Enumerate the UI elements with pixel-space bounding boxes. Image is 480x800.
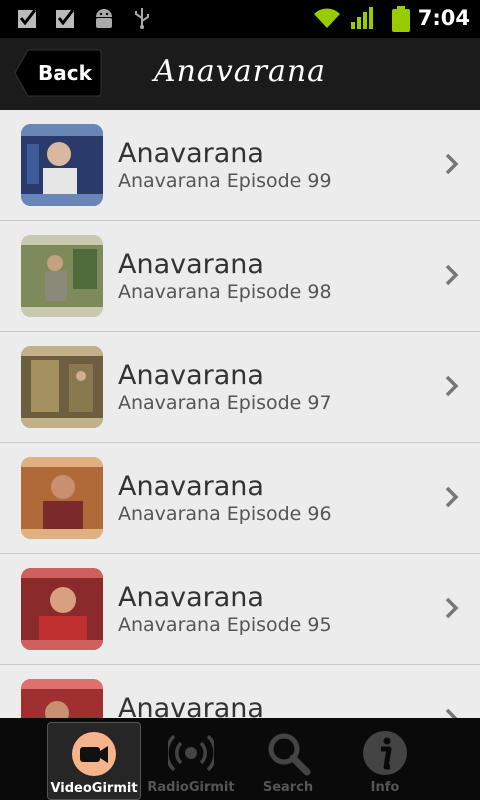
chevron-right-icon [445,375,459,397]
episode-subtitle: Anavarana Episode 95 [118,614,332,636]
chevron-right-icon [445,597,459,619]
episode-thumbnail [21,457,103,539]
status-clock: 7:04 [417,6,470,30]
info-icon [363,731,407,775]
episode-thumbnail [21,679,103,718]
wifi-icon [312,6,342,30]
chevron-right-icon [445,153,459,175]
episode-subtitle: Anavarana Episode 97 [118,392,332,414]
bottom-tab-bar: VideoGirmit RadioGirmit Search Info [0,718,480,800]
video-camera-icon [72,732,116,776]
chevron-right-icon [445,708,458,718]
tab-radiogirmit[interactable]: RadioGirmit [145,722,237,798]
status-bar: 7:04 [0,0,480,38]
episode-thumbnail [21,346,103,428]
list-item[interactable]: Anavarana Anavarana Episode 98 [0,221,480,332]
tab-label: Info [370,780,400,795]
episode-title: Anavarana [118,360,264,391]
app-header: Back Anavarana [0,38,480,111]
battery-icon [390,6,412,32]
tab-label: VideoGirmit [50,781,138,796]
usb-icon [130,6,154,30]
list-item[interactable]: Anavarana Anavarana Episode 97 [0,332,480,443]
page-title: Anavarana [153,54,327,89]
episode-title: Anavarana [118,249,264,280]
episode-title: Anavarana [118,471,264,502]
episode-list: Anavarana Anavarana Episode 99 Anavarana… [0,110,480,718]
tab-label: Search [262,780,314,795]
chevron-right-icon [445,486,459,508]
episode-title: Anavarana [118,582,264,613]
list-item[interactable]: Anavarana Anavarana Episode 96 [0,443,480,554]
tab-info[interactable]: Info [339,722,431,798]
tab-label: RadioGirmit [147,780,235,795]
episode-title: Anavarana [118,138,264,169]
episode-subtitle: Anavarana Episode 99 [118,170,332,192]
episode-subtitle: Anavarana Episode 96 [118,503,332,525]
radio-broadcast-icon [168,734,214,772]
episode-thumbnail [21,568,103,650]
android-debug-icon [92,6,116,30]
episode-thumbnail [21,235,103,317]
list-item[interactable]: Anavarana [0,665,480,718]
chevron-right-icon [445,264,459,286]
list-item[interactable]: Anavarana Anavarana Episode 95 [0,554,480,665]
episode-subtitle: Anavarana Episode 98 [118,281,332,303]
list-item[interactable]: Anavarana Anavarana Episode 99 [0,110,480,221]
checkbox-notification-icon [16,6,40,30]
tab-search[interactable]: Search [242,722,334,798]
signal-icon [350,6,376,30]
episode-thumbnail [21,124,103,206]
search-icon [268,733,311,776]
tab-videogirmit[interactable]: VideoGirmit [47,722,141,800]
episode-title: Anavarana [118,693,264,718]
checkbox-notification-icon [54,6,78,30]
